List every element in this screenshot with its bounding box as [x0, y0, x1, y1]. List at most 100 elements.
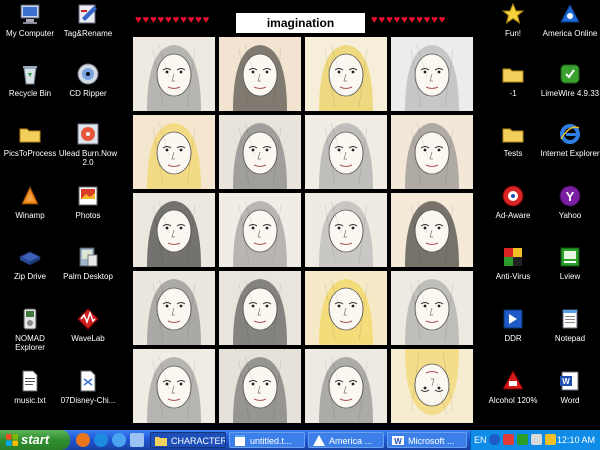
desktop-icon-ddr[interactable]: DDR [483, 305, 543, 363]
security-tray-icon[interactable] [545, 434, 556, 445]
desktop-icon-tests[interactable]: Tests [483, 120, 543, 178]
woman-arms-out-drawing [219, 37, 301, 111]
taskbar: start CHARACTER untitled.t... America ..… [0, 430, 600, 450]
antivirus-tray-icon[interactable] [503, 434, 514, 445]
icon-label: Ulead Burn.Now 2.0 [58, 149, 118, 167]
desktop-icon-palm-desktop[interactable]: Palm Desktop [58, 243, 118, 301]
desktop-icon-internet-explorer[interactable]: Internet Explorer [540, 120, 600, 178]
bald-face-drawing [391, 37, 473, 111]
yahoo-icon: Y [559, 185, 581, 207]
taskbar-button-label: Microsoft ... [408, 436, 455, 446]
show-desktop-quicklaunch-icon[interactable] [130, 433, 144, 447]
icon-label: Zip Drive [13, 272, 46, 281]
desktop-icon-tag-rename[interactable]: Tag&Rename [58, 0, 118, 58]
zip-drive-icon [18, 251, 42, 265]
desktop-icon-lview[interactable]: Lview [540, 243, 600, 301]
icon-label: Winamp [15, 211, 45, 220]
taskbar-button-label: America ... [329, 436, 373, 446]
icon-label: My Computer [5, 29, 54, 38]
icon-label: Alcohol 120% [488, 396, 538, 405]
palm-desktop-icon [79, 247, 98, 267]
icon-label: NOMAD Explorer [15, 334, 45, 352]
desktop-icon-wavelab[interactable]: WaveLab [58, 305, 118, 363]
start-label: start [21, 432, 50, 447]
bangs-girl-drawing [219, 271, 301, 345]
desktop-icon-nomad-explorer[interactable]: NOMAD Explorer [0, 305, 60, 363]
icon-label: WaveLab [71, 334, 105, 343]
taskbar-button-label: untitled.t... [250, 436, 292, 446]
icon-label: Palm Desktop [63, 272, 113, 281]
reclining-figure-drawing [305, 193, 387, 267]
desktop-icon-music-txt[interactable]: music.txt [0, 367, 60, 425]
language-indicator[interactable]: EN [474, 430, 487, 450]
desktop-icon-alcohol[interactable]: Alcohol 120% [483, 367, 543, 425]
taskbar-button-untitled[interactable]: untitled.t... [229, 432, 305, 448]
desktop-icon-notepad[interactable]: Notepad [540, 305, 600, 363]
desktop-icon-07disney[interactable]: 07Disney-Chi... [58, 367, 118, 425]
folder-icon [19, 128, 41, 143]
internet-explorer-quicklaunch-icon[interactable] [94, 433, 108, 447]
desktop-icon-my-computer[interactable]: My Computer [0, 0, 60, 58]
desktop-icon-recycle-bin[interactable]: Recycle Bin [0, 60, 60, 118]
taskbar-button-character[interactable]: CHARACTER [150, 432, 226, 448]
text-file-icon [22, 370, 38, 392]
svg-text:Y: Y [566, 189, 575, 204]
nomad-explorer-icon [23, 308, 37, 330]
lview-icon [560, 247, 580, 267]
desktop-icon-winamp[interactable]: Winamp [0, 182, 60, 240]
desktop: My Computer Tag&Rename Recycle Bin CD Ri… [0, 0, 600, 430]
icon-label: Yahoo [558, 211, 582, 220]
blonde-elf-drawing [133, 115, 215, 189]
internet-explorer-icon [560, 124, 580, 144]
desktop-icon-picstoprocess[interactable]: PicsToProcess [0, 120, 60, 178]
browser-quicklaunch-icon[interactable] [112, 433, 126, 447]
desktop-icon-folder-minus-one[interactable]: -1 [483, 60, 543, 118]
start-button[interactable]: start [0, 430, 70, 450]
back-arrow-tray-icon[interactable] [489, 434, 500, 445]
windows-flag-icon [6, 434, 18, 446]
cd-ripper-icon [77, 63, 99, 85]
upside-down-blonde-drawing [391, 349, 473, 423]
hearts-decoration-right: ♥♥♥♥♥♥♥♥♥♥ [371, 14, 447, 26]
icon-label: Lview [559, 272, 581, 281]
icon-label: -1 [509, 89, 517, 98]
desktop-icon-america-online[interactable]: America Online [540, 0, 600, 58]
notepad-icon [562, 309, 578, 329]
ddr-icon [503, 309, 523, 329]
desktop-icon-word[interactable]: W Word [540, 367, 600, 425]
icon-label: CD Ripper [69, 89, 107, 98]
sound-tray-icon[interactable] [531, 434, 542, 445]
taskbar-button-america-online[interactable]: America ... [308, 432, 384, 448]
icon-label: music.txt [14, 396, 46, 405]
desktop-icon-fun[interactable]: Fun! [483, 0, 543, 58]
smiling-girl-drawing [305, 115, 387, 189]
closeup-face-drawing [133, 271, 215, 345]
taskbar-button-microsoft-word[interactable]: W Microsoft ... [387, 432, 467, 448]
desktop-icon-anti-virus[interactable]: Anti-Virus [483, 243, 543, 301]
limewire-icon [560, 64, 580, 84]
icon-label: Tag&Rename [63, 29, 113, 38]
curtain-hair-face-drawing [305, 349, 387, 423]
pigtail-girl-drawing [391, 115, 473, 189]
desktop-icon-cd-ripper[interactable]: CD Ripper [58, 60, 118, 118]
yellow-curly-hair-drawing [305, 271, 387, 345]
winamp-icon [21, 185, 39, 205]
frowning-face-drawing [133, 37, 215, 111]
desktop-icon-ad-aware[interactable]: Ad-Aware [483, 182, 543, 240]
computer-icon [20, 4, 40, 24]
desktop-icon-limewire[interactable]: LimeWire 4.9.33 [540, 60, 600, 118]
icon-label: LimeWire 4.9.33 [540, 89, 600, 98]
notepad-icon [235, 435, 245, 446]
desktop-icon-yahoo[interactable]: Y Yahoo [540, 182, 600, 240]
desktop-icon-photos[interactable]: Photos [58, 182, 118, 240]
network-tray-icon[interactable] [517, 434, 528, 445]
desktop-icon-ulead-burn-now[interactable]: Ulead Burn.Now 2.0 [58, 120, 118, 178]
firefox-quicklaunch-icon[interactable] [76, 433, 90, 447]
taskbar-button-label: CHARACTER [171, 436, 226, 446]
desktop-icon-zip-drive[interactable]: Zip Drive [0, 243, 60, 301]
aol-icon [560, 3, 580, 23]
photos-icon [78, 186, 98, 206]
drawing-gallery [133, 37, 473, 430]
folder-icon [502, 68, 524, 83]
icon-label: Fun! [504, 29, 521, 38]
